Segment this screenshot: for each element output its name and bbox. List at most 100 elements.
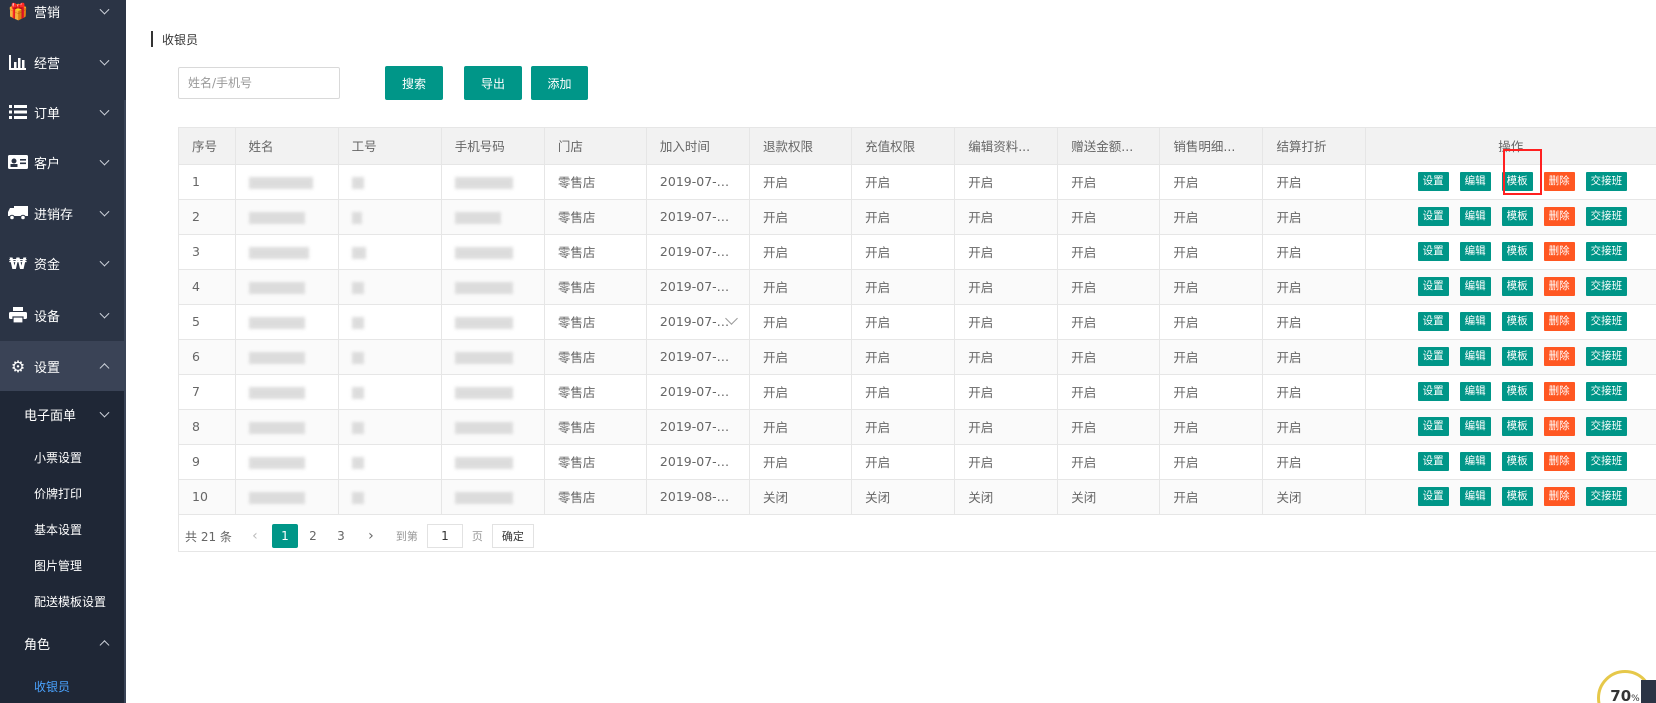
edit-button[interactable]: 编辑 [1459, 452, 1491, 471]
sidebar-item-funds[interactable]: ₩ 资金 [0, 238, 124, 288]
delete-button[interactable]: 删除 [1543, 277, 1575, 296]
template-button[interactable]: 模板 [1501, 452, 1533, 471]
submenu-link-delivery-template[interactable]: 配送模板设置 [0, 583, 124, 619]
edit-button[interactable]: 编辑 [1459, 347, 1491, 366]
submenu-link-receipt-settings[interactable]: 小票设置 [0, 439, 124, 475]
cell-employee-id [338, 269, 442, 305]
handover-button[interactable]: 交接班 [1585, 382, 1628, 401]
cell-joined: 2019-08-0... [646, 479, 751, 515]
settings-button[interactable]: 设置 [1417, 172, 1449, 191]
template-button[interactable]: 模板 [1501, 312, 1533, 331]
submenu-electronic-form[interactable]: 电子面单 [0, 391, 124, 437]
pagination-total: 共 21 条 [185, 529, 232, 544]
settings-button[interactable]: 设置 [1417, 382, 1449, 401]
settings-button[interactable]: 设置 [1417, 312, 1449, 331]
cell-index: 7 [179, 374, 236, 410]
export-button[interactable]: 导出 [464, 66, 522, 100]
redacted-phone [454, 421, 513, 434]
settings-button[interactable]: 设置 [1417, 417, 1449, 436]
edit-button[interactable]: 编辑 [1459, 172, 1491, 191]
sidebar-item-inventory[interactable]: 进销存 [0, 188, 124, 238]
delete-button[interactable]: 删除 [1543, 207, 1575, 226]
cell-gift: 开启 [1057, 199, 1161, 235]
cell-store: 零售店 [544, 374, 647, 410]
edit-button[interactable]: 编辑 [1459, 487, 1491, 506]
template-button[interactable]: 模板 [1501, 172, 1533, 191]
page-2[interactable]: 2 [300, 524, 326, 548]
edit-button[interactable]: 编辑 [1459, 242, 1491, 261]
goto-page-input[interactable] [426, 524, 463, 548]
submenu-link-cashier[interactable]: 收银员 [0, 668, 124, 703]
handover-button[interactable]: 交接班 [1585, 312, 1628, 331]
cell-joined: 2019-07-3... [646, 444, 751, 480]
sidebar-item-marketing[interactable]: 🎁 营销 [0, 0, 124, 36]
submenu-link-price-tag-print[interactable]: 价牌打印 [0, 475, 124, 511]
template-button[interactable]: 模板 [1501, 487, 1533, 506]
delete-button[interactable]: 删除 [1543, 312, 1575, 331]
settings-button[interactable]: 设置 [1417, 452, 1449, 471]
template-button[interactable]: 模板 [1501, 207, 1533, 226]
submenu-role[interactable]: 角色 [0, 620, 124, 666]
sidebar-item-settings[interactable]: ⚙ 设置 [0, 341, 124, 391]
sidebar-item-business[interactable]: 经营 [0, 37, 124, 87]
sidebar-item-customers[interactable]: 客户 [0, 137, 124, 187]
sidebar-item-devices[interactable]: 设备 [0, 290, 124, 340]
cell-gift: 开启 [1057, 269, 1161, 305]
search-input[interactable] [178, 67, 340, 99]
settings-button[interactable]: 设置 [1417, 487, 1449, 506]
won-icon: ₩ [9, 253, 27, 273]
template-button[interactable]: 模板 [1501, 417, 1533, 436]
cell-store: 零售店 [544, 409, 647, 445]
handover-button[interactable]: 交接班 [1585, 452, 1628, 471]
settings-button[interactable]: 设置 [1417, 207, 1449, 226]
cell-gift: 开启 [1057, 234, 1161, 270]
sidebar-scrollbar[interactable] [124, 100, 126, 703]
template-button[interactable]: 模板 [1501, 242, 1533, 261]
delete-button[interactable]: 删除 [1543, 242, 1575, 261]
handover-button[interactable]: 交接班 [1585, 172, 1628, 191]
submenu-link-image-management[interactable]: 图片管理 [0, 547, 124, 583]
corner-panel [1641, 680, 1656, 703]
edit-button[interactable]: 编辑 [1459, 207, 1491, 226]
next-page-icon[interactable]: › [362, 528, 380, 544]
cell-name [235, 234, 339, 270]
edit-button[interactable]: 编辑 [1459, 382, 1491, 401]
submenu-link-basic-settings[interactable]: 基本设置 [0, 511, 124, 547]
delete-button[interactable]: 删除 [1543, 347, 1575, 366]
delete-button[interactable]: 删除 [1543, 452, 1575, 471]
handover-button[interactable]: 交接班 [1585, 242, 1628, 261]
cell-name [235, 199, 339, 235]
handover-button[interactable]: 交接班 [1585, 347, 1628, 366]
handover-button[interactable]: 交接班 [1585, 487, 1628, 506]
cell-employee-id [338, 304, 442, 340]
delete-button[interactable]: 删除 [1543, 487, 1575, 506]
redacted-employee-id [351, 491, 364, 504]
settings-button[interactable]: 设置 [1417, 277, 1449, 296]
add-button[interactable]: 添加 [531, 66, 588, 100]
delete-button[interactable]: 删除 [1543, 382, 1575, 401]
template-button[interactable]: 模板 [1501, 277, 1533, 296]
cell-gift: 开启 [1057, 339, 1161, 375]
edit-button[interactable]: 编辑 [1459, 277, 1491, 296]
column-header: 姓名 [235, 128, 339, 165]
page-1[interactable]: 1 [271, 524, 298, 548]
template-button[interactable]: 模板 [1501, 382, 1533, 401]
search-button[interactable]: 搜索 [385, 66, 443, 100]
cell-sales: 开启 [1159, 164, 1264, 200]
sidebar-item-orders[interactable]: 订单 [0, 87, 124, 137]
settings-button[interactable]: 设置 [1417, 347, 1449, 366]
template-button[interactable]: 模板 [1501, 347, 1533, 366]
handover-button[interactable]: 交接班 [1585, 417, 1628, 436]
delete-button[interactable]: 删除 [1543, 172, 1575, 191]
page-3[interactable]: 3 [328, 524, 354, 548]
goto-confirm-button[interactable]: 确定 [491, 524, 534, 548]
redacted-phone [454, 211, 501, 224]
settings-button[interactable]: 设置 [1417, 242, 1449, 261]
edit-button[interactable]: 编辑 [1459, 312, 1491, 331]
prev-page-icon[interactable]: ‹ [246, 528, 264, 544]
handover-button[interactable]: 交接班 [1585, 207, 1628, 226]
delete-button[interactable]: 删除 [1543, 417, 1575, 436]
submenu-link-label: 配送模板设置 [34, 594, 107, 609]
edit-button[interactable]: 编辑 [1459, 417, 1491, 436]
handover-button[interactable]: 交接班 [1585, 277, 1628, 296]
